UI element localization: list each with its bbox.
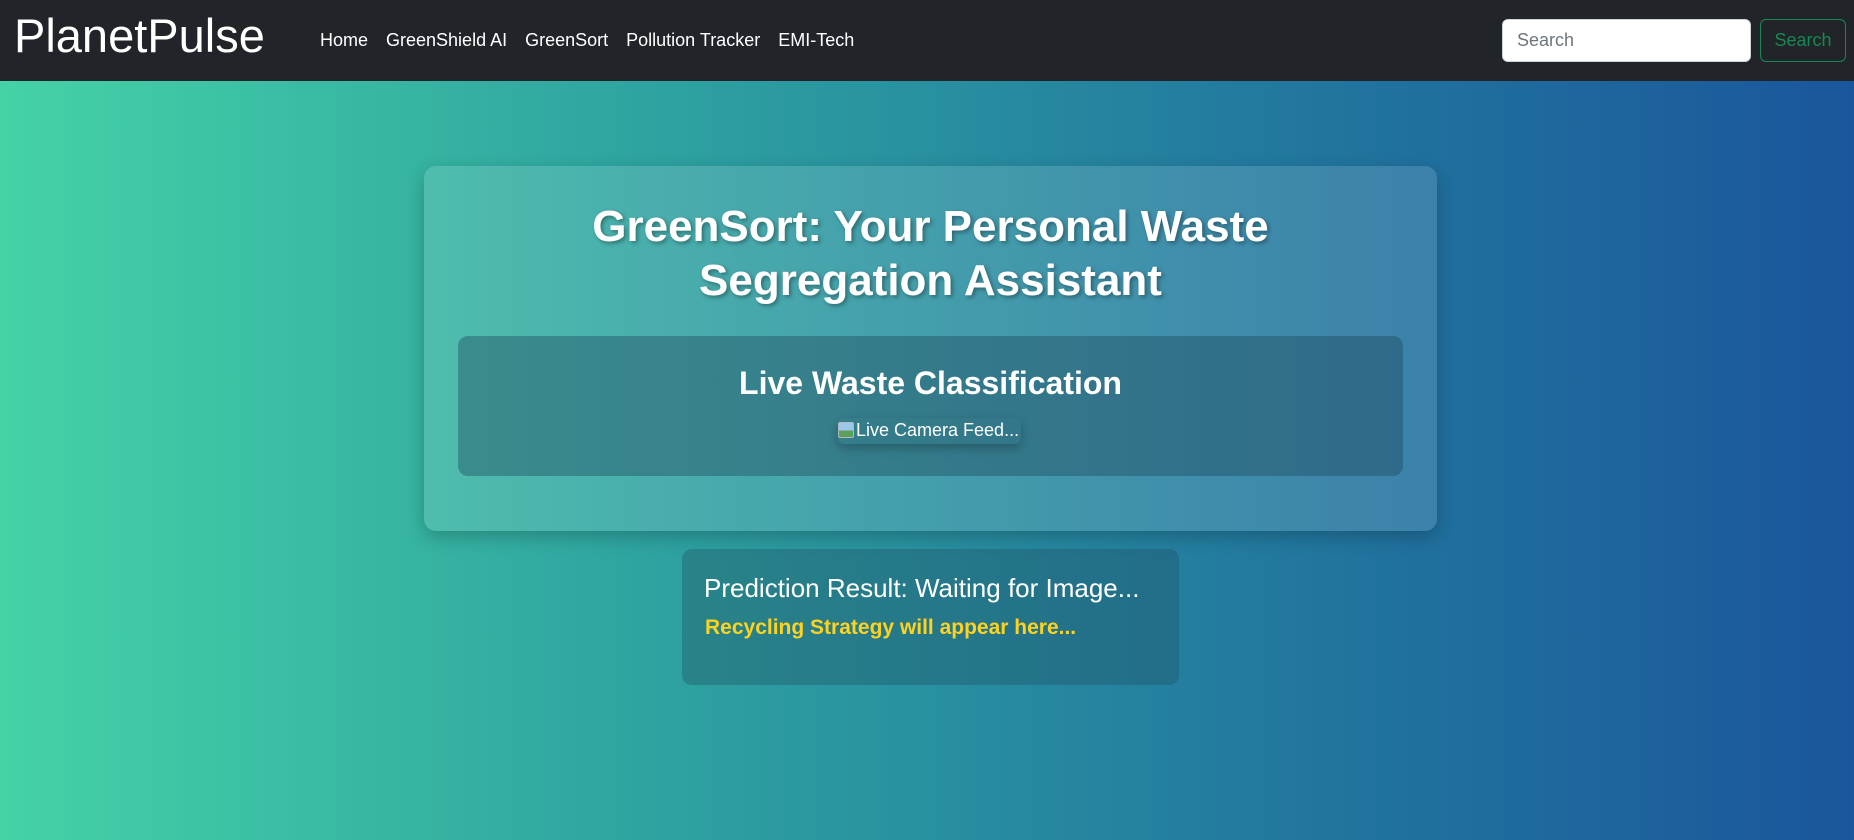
nav-link-home[interactable]: Home — [311, 30, 377, 51]
broken-image-icon — [838, 422, 854, 438]
live-classification-title: Live Waste Classification — [739, 365, 1122, 401]
nav-link-greenshield-ai[interactable]: GreenShield AI — [377, 30, 516, 51]
live-classification-panel: Live Waste Classification Live Camera Fe… — [458, 336, 1403, 476]
navbar: PlanetPulse Home GreenShield AI GreenSor… — [0, 0, 1854, 81]
nav-link-emi-tech[interactable]: EMI-Tech — [769, 30, 863, 51]
nav-link-pollution-tracker[interactable]: Pollution Tracker — [617, 30, 769, 51]
search-input[interactable] — [1502, 19, 1751, 62]
prediction-result-card: Prediction Result: Waiting for Image... … — [682, 549, 1179, 685]
nav-links: Home GreenShield AI GreenSort Pollution … — [311, 0, 863, 81]
camera-feed-alt-text: Live Camera Feed... — [856, 420, 1020, 440]
prediction-result-text: Prediction Result: Waiting for Image... — [704, 573, 1140, 603]
greensort-card: GreenSort: Your Personal Waste Segregati… — [424, 166, 1437, 531]
brand-logo[interactable]: PlanetPulse — [14, 10, 265, 62]
search-button[interactable]: Search — [1760, 19, 1846, 62]
recycling-strategy-text: Recycling Strategy will appear here... — [705, 616, 1077, 639]
live-camera-feed: Live Camera Feed... — [838, 418, 1021, 444]
nav-link-greensort[interactable]: GreenSort — [516, 30, 617, 51]
page-title: GreenSort: Your Personal Waste Segregati… — [592, 202, 1269, 305]
